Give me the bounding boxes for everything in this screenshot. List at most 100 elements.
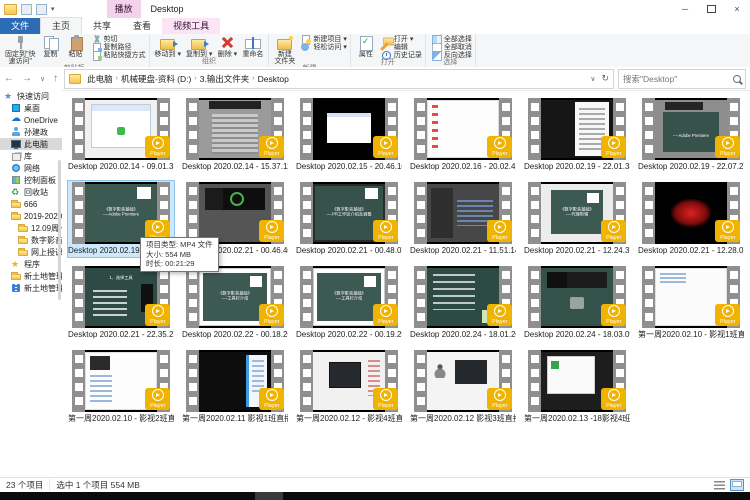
sidebar-item-此电脑[interactable]: 此电脑	[0, 138, 62, 150]
search-input[interactable]: 搜索"Desktop"	[618, 69, 746, 89]
recent-locations-chevron-icon[interactable]: ∨	[36, 75, 49, 83]
thumbnail-view-icon[interactable]	[730, 479, 744, 491]
ribbon-button[interactable]: 删除 ▾	[215, 35, 239, 58]
sprocket-hole	[502, 187, 510, 195]
sprocket-hole	[417, 369, 425, 377]
breadcrumb-segment[interactable]: 3.输出文件夹	[198, 73, 252, 85]
file-item[interactable]: PlayerDesktop 2020.02.24 - 18.01.20.01	[406, 264, 520, 348]
filmstrip-thumbnail: Player	[414, 98, 512, 160]
sprocket-hole	[502, 271, 510, 279]
back-icon[interactable]: ←	[0, 73, 18, 84]
sidebar-item-网络[interactable]: 网络	[0, 162, 62, 174]
file-item[interactable]: ----Adobe PremierePlayerDesktop 2020.02.…	[634, 96, 748, 180]
filmstrip-thumbnail: ----Adobe Premiere Player	[642, 98, 740, 160]
taskbar-segment[interactable]	[255, 492, 283, 500]
file-item[interactable]: PlayerDesktop 2020.02.16 - 20.02.41.01	[406, 96, 520, 180]
file-item[interactable]: PlayerDesktop 2020.02.14 - 09.01.31.02	[64, 96, 178, 180]
maximize-button[interactable]	[698, 0, 724, 18]
sprocket-hole	[75, 383, 83, 391]
forward-icon[interactable]: →	[18, 73, 36, 84]
file-item[interactable]: PlayerDesktop 2020.02.15 - 20.46.10.01	[292, 96, 406, 180]
sprocket-hole	[616, 103, 624, 111]
ribbon-button[interactable]: 反向选择	[431, 51, 472, 59]
ribbon-button[interactable]: 移动到 ▾	[153, 35, 183, 58]
sidebar-item-数字影音基础相关[interactable]: 数字影音基础相关	[0, 234, 62, 246]
file-name-label: 第一周2020.02.12 - 影视4班直播视频全	[296, 414, 402, 424]
sidebar-item-控制面板[interactable]: 控制面板	[0, 174, 62, 186]
hist-icon	[381, 51, 392, 60]
sprocket-hole	[417, 201, 425, 209]
ribbon-button[interactable]: 轻松访问 ▾	[300, 43, 346, 51]
ribbon-button[interactable]: 新建 文件夹	[272, 35, 297, 65]
file-item[interactable]: Player第一周2020.02.12 影视3班直播视频上	[406, 348, 520, 432]
sidebar-item-桌面[interactable]: 桌面	[0, 102, 62, 114]
sidebar-item-快速访问[interactable]: 快速访问	[0, 90, 62, 102]
sprocket-hole	[388, 117, 396, 125]
play-triangle-icon	[270, 225, 274, 229]
file-item[interactable]: Player第一周2020.02.10 - 影视2班直播视频全	[64, 348, 178, 432]
ribbon-button[interactable]: 固定到"快 速访问"	[3, 35, 38, 65]
sidebar-item-孙建政[interactable]: 孙建政	[0, 126, 62, 138]
tab-文件[interactable]: 文件	[0, 18, 40, 34]
file-item[interactable]: 1、选择工具PlayerDesktop 2020.02.21 - 22.35.2…	[64, 264, 178, 348]
tab-主页[interactable]: 主页	[40, 17, 82, 34]
address-box[interactable]: 此电脑›机械硬盘-资料 (D:)›3.输出文件夹›Desktop ∨ ↻	[64, 69, 614, 89]
file-item[interactable]: 《数字影音基础》 ----PR工作区介绍及调整PlayerDesktop 202…	[292, 180, 406, 264]
sprocket-hole	[160, 201, 168, 209]
ribbon-button[interactable]: 粘贴	[64, 35, 88, 58]
player-badge-label: Player	[720, 151, 735, 156]
file-item[interactable]: Player第一周2020.02.10 - 影视1班直播视频上	[634, 264, 748, 348]
file-explorer-window: ▾ 播放 Desktop ─ × 文件主页共享查看视频工具 固定到"快 速访问"…	[0, 0, 750, 500]
details-view-icon[interactable]	[714, 481, 725, 490]
quick-access-chevron-icon[interactable]: ▾	[51, 5, 55, 13]
minimize-button[interactable]: ─	[672, 0, 698, 18]
ribbon-button[interactable]: 粘贴快捷方式	[91, 51, 146, 59]
file-item[interactable]: 《数字影音基础》 ----工具栏介绍PlayerDesktop 2020.02.…	[292, 264, 406, 348]
breadcrumb-segment[interactable]: 此电脑	[85, 73, 115, 85]
sidebar-item-库[interactable]: 库	[0, 150, 62, 162]
file-item[interactable]: PlayerDesktop 2020.02.24 - 18.03.09.02	[520, 264, 634, 348]
ribbon-button[interactable]: 历史记录	[381, 51, 422, 59]
ribbon-button[interactable]: 重命名	[240, 35, 265, 58]
file-item[interactable]: PlayerDesktop 2020.02.14 - 15.37.11.02	[178, 96, 292, 180]
address-dropdown-chevron-icon[interactable]: ∨	[590, 75, 595, 83]
thumbnail-slide-text: ----Adobe Premiere	[661, 133, 721, 138]
player-badge-label: Player	[150, 151, 165, 156]
folder-icon	[18, 247, 28, 257]
sidebar-item-666[interactable]: 666	[0, 198, 62, 210]
ribbon-button[interactable]: 复制到 ▾	[184, 35, 214, 58]
sidebar-item-2019-2020下学期随[interactable]: 2019-2020下学期随	[0, 210, 62, 222]
file-item[interactable]: 《数字影音基础》 ----代理剪辑PlayerDesktop 2020.02.2…	[520, 180, 634, 264]
sidebar-item-程序[interactable]: 程序	[0, 258, 62, 270]
sprocket-hole	[75, 313, 83, 321]
ribbon-button[interactable]: 复制	[39, 35, 63, 58]
sprocket-hole	[303, 383, 311, 391]
breadcrumb-segment[interactable]: 机械硬盘-资料 (D:)	[119, 73, 193, 85]
file-item[interactable]: PlayerDesktop 2020.02.21 - 11.51.14.01	[406, 180, 520, 264]
sidebar-item-OneDrive[interactable]: OneDrive	[0, 114, 62, 126]
tab-视频工具[interactable]: 视频工具	[162, 18, 220, 34]
close-button[interactable]: ×	[724, 0, 750, 18]
file-item[interactable]: PlayerDesktop 2020.02.21 - 12.28.07.03	[634, 180, 748, 264]
tab-共享[interactable]: 共享	[82, 18, 122, 34]
breadcrumb-segment[interactable]: Desktop	[256, 74, 291, 84]
sidebar-item-新土地管理法[interactable]: 新土地管理法	[0, 270, 62, 282]
tab-查看[interactable]: 查看	[122, 18, 162, 34]
sidebar-item-网上授课过程存留[interactable]: 网上授课过程存留	[0, 246, 62, 258]
refresh-icon[interactable]: ↻	[601, 73, 609, 84]
file-item[interactable]: Player第一周2020.02.13 -18影视4班直播视频全	[520, 348, 634, 432]
file-item[interactable]: Player第一周2020.02.12 - 影视4班直播视频全	[292, 348, 406, 432]
sidebar-item-12.09周一交[interactable]: 12.09周一交	[0, 222, 62, 234]
file-item[interactable]: Player第一周2020.02.11 影视1班直播视频下	[178, 348, 292, 432]
ribbon-button[interactable]: 属性	[354, 35, 378, 58]
quick-access-icon-1[interactable]	[21, 4, 32, 15]
file-item[interactable]: 《数字影音基础》 ----工具栏介绍PlayerDesktop 2020.02.…	[178, 264, 292, 348]
quick-access-icon-2[interactable]	[36, 4, 47, 15]
sidebar-item-回收站[interactable]: 回收站	[0, 186, 62, 198]
up-icon[interactable]: ↑	[49, 73, 62, 84]
sidebar-scrollbar[interactable]	[58, 160, 61, 300]
address-folder-icon	[69, 74, 81, 84]
sidebar-item-新土地管理法 (2)[interactable]: 新土地管理法 (2)	[0, 282, 62, 294]
sprocket-hole	[616, 285, 624, 293]
file-item[interactable]: PlayerDesktop 2020.02.19 - 22.01.33.01	[520, 96, 634, 180]
